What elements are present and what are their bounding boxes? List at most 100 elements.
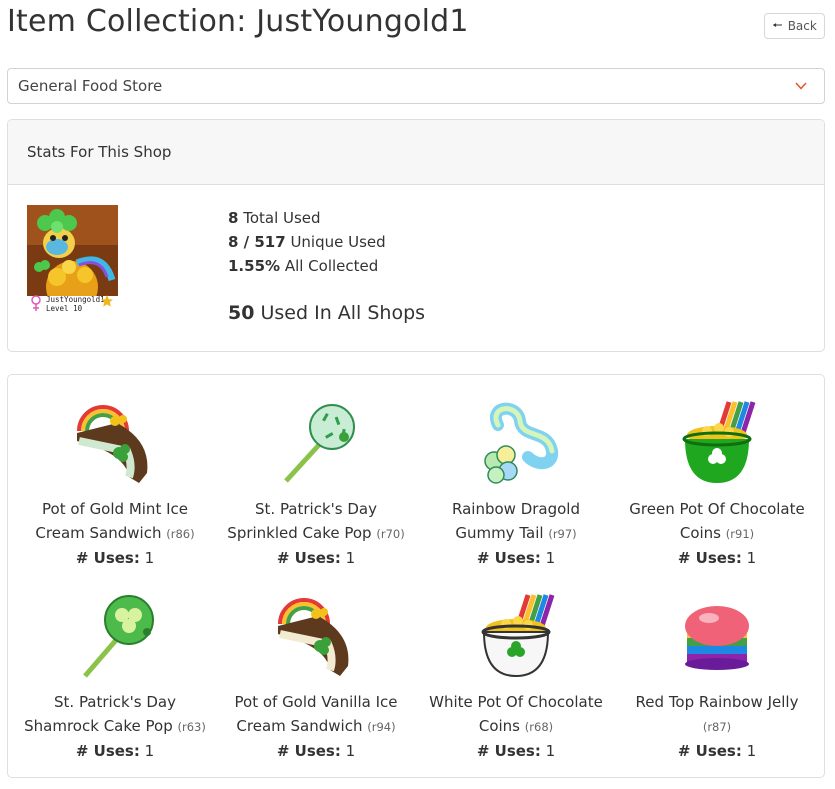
item-uses-label: # Uses: <box>276 549 341 567</box>
item-name-line2: Cream Sandwich <box>236 717 363 735</box>
stat-all-shops-label: Used In All Shops <box>254 302 426 324</box>
item-name-line1: Rainbow Dragold <box>452 500 580 518</box>
stat-total-used-value: 8 <box>228 209 239 227</box>
item-uses-value: 1 <box>741 549 757 567</box>
item-uses: # Uses: 1 <box>15 739 215 763</box>
shop-select-value: General Food Store <box>18 77 163 95</box>
item-uses-value: 1 <box>540 742 556 760</box>
item-name-line2: Coins <box>679 524 721 542</box>
item-rarity: (r94) <box>367 720 396 734</box>
stat-total-used-label: Total Used <box>238 209 321 227</box>
item-name-line2-row: Sprinkled Cake Pop (r70) <box>216 521 416 546</box>
item-rarity: (r68) <box>524 720 554 734</box>
item-uses-value: 1 <box>340 549 356 567</box>
chevron-down-icon <box>795 82 807 90</box>
item-name-line1: St. Patrick's Day <box>255 500 377 518</box>
item-uses-value: 1 <box>741 742 757 760</box>
item-uses: # Uses: 1 <box>216 546 416 570</box>
gummy-tail-icon <box>484 402 559 484</box>
item-rarity: (r87) <box>702 720 732 734</box>
stat-all-shops: 50 Used In All Shops <box>228 302 425 324</box>
item-uses: # Uses: 1 <box>416 546 616 570</box>
item-rarity: (r70) <box>376 527 405 541</box>
item-name: Rainbow Dragold Gummy Tail (r97) <box>416 497 616 546</box>
arrow-left-icon: 🠔 <box>772 17 783 32</box>
item-card[interactable]: Green Pot Of Chocolate Coins (r91) # Use… <box>617 395 817 570</box>
item-card[interactable]: Red Top Rainbow Jelly (r87) # Uses: 1 <box>617 588 817 763</box>
item-uses-label: # Uses: <box>476 549 541 567</box>
stat-unique-used: 8 / 517 Unique Used <box>228 230 386 254</box>
item-uses-value: 1 <box>340 742 356 760</box>
item-uses: # Uses: 1 <box>617 739 817 763</box>
item-card[interactable]: Pot of Gold Mint Ice Cream Sandwich (r86… <box>15 395 215 570</box>
item-name-line2-row: Gummy Tail (r97) <box>416 521 616 546</box>
stat-unique-used-value: 8 / 517 <box>228 233 286 251</box>
item-name-line2: Coins <box>478 717 520 735</box>
item-uses: # Uses: 1 <box>15 546 215 570</box>
item-name-line2-row: Shamrock Cake Pop (r63) <box>15 714 215 739</box>
item-card[interactable]: St. Patrick's Day Sprinkled Cake Pop (r7… <box>216 395 416 570</box>
ice-cream-sandwich-icon <box>77 405 148 483</box>
stats-card: Stats For This Shop JustYoungold1 Level … <box>7 119 825 352</box>
ice-cream-sandwich-icon <box>278 598 349 676</box>
back-button-label: Back <box>787 19 817 33</box>
item-name-line1: St. Patrick's Day <box>54 693 176 711</box>
item-name: Pot of Gold Vanilla Ice Cream Sandwich (… <box>216 690 416 739</box>
item-card[interactable]: Rainbow Dragold Gummy Tail (r97) # Uses:… <box>416 395 616 570</box>
shamrock-cake-pop-icon <box>83 595 154 678</box>
rainbow-jelly-icon <box>685 606 749 670</box>
item-name-line1: White Pot Of Chocolate <box>429 693 603 711</box>
item-rarity: (r63) <box>177 720 206 734</box>
item-name-line2-row: Cream Sandwich (r86) <box>15 521 215 546</box>
avatar-name: JustYoungold1 <box>46 295 105 304</box>
item-name-line1: Red Top Rainbow Jelly <box>635 693 799 711</box>
item-rarity: (r86) <box>166 527 195 541</box>
stat-lines: 8 Total Used 8 / 517 Unique Used 1.55% A… <box>228 206 386 278</box>
avatar-level: Level 10 <box>46 304 83 313</box>
item-uses-label: # Uses: <box>677 742 742 760</box>
item-name: Green Pot Of Chocolate Coins (r91) <box>617 497 817 546</box>
stats-header: Stats For This Shop <box>8 120 824 185</box>
item-uses-label: # Uses: <box>476 742 541 760</box>
item-uses: # Uses: 1 <box>216 739 416 763</box>
item-rarity: (r97) <box>548 527 577 541</box>
item-uses-value: 1 <box>540 549 556 567</box>
avatar <box>27 205 118 296</box>
item-uses: # Uses: 1 <box>617 546 817 570</box>
item-uses-label: # Uses: <box>677 549 742 567</box>
item-name: White Pot Of Chocolate Coins (r68) <box>416 690 616 739</box>
items-card: Pot of Gold Mint Ice Cream Sandwich (r86… <box>7 374 825 778</box>
stat-collected: 1.55% All Collected <box>228 254 386 278</box>
item-name: St. Patrick's Day Sprinkled Cake Pop (r7… <box>216 497 416 546</box>
item-name-line2-row: Coins (r68) <box>416 714 616 739</box>
white-pot-icon <box>481 594 555 678</box>
stat-all-shops-value: 50 <box>228 302 255 324</box>
item-name-line1: Pot of Gold Mint Ice <box>42 500 188 518</box>
item-uses-label: # Uses: <box>75 549 140 567</box>
item-name: Red Top Rainbow Jelly (r87) <box>617 690 817 739</box>
item-card[interactable]: St. Patrick's Day Shamrock Cake Pop (r63… <box>15 588 215 763</box>
item-name-line2-row: Cream Sandwich (r94) <box>216 714 416 739</box>
item-name: Pot of Gold Mint Ice Cream Sandwich (r86… <box>15 497 215 546</box>
item-name-line2-row: Coins (r91) <box>617 521 817 546</box>
back-button[interactable]: 🠔 Back <box>764 13 825 39</box>
item-name-line2-row: (r87) <box>617 714 817 739</box>
item-name-line1: Pot of Gold Vanilla Ice <box>234 693 398 711</box>
pot-of-gold-icon <box>682 401 756 483</box>
item-name-line1: Green Pot Of Chocolate <box>629 500 805 518</box>
item-uses-label: # Uses: <box>276 742 341 760</box>
stat-collected-label: All Collected <box>280 257 379 275</box>
item-name-line2: Gummy Tail <box>455 524 544 542</box>
item-uses-label: # Uses: <box>75 742 140 760</box>
stat-unique-used-label: Unique Used <box>285 233 386 251</box>
item-uses-value: 1 <box>139 549 155 567</box>
item-name-line2: Cream Sandwich <box>35 524 162 542</box>
shop-select[interactable]: General Food Store <box>7 68 825 104</box>
item-name-line2: Shamrock Cake Pop <box>24 717 173 735</box>
star-icon <box>101 295 113 307</box>
item-card[interactable]: Pot of Gold Vanilla Ice Cream Sandwich (… <box>216 588 416 763</box>
item-card[interactable]: White Pot Of Chocolate Coins (r68) # Use… <box>416 588 616 763</box>
avatar-caption: JustYoungold1 Level 10 <box>30 295 105 313</box>
item-rarity: (r91) <box>725 527 755 541</box>
stat-collected-value: 1.55% <box>228 257 281 275</box>
